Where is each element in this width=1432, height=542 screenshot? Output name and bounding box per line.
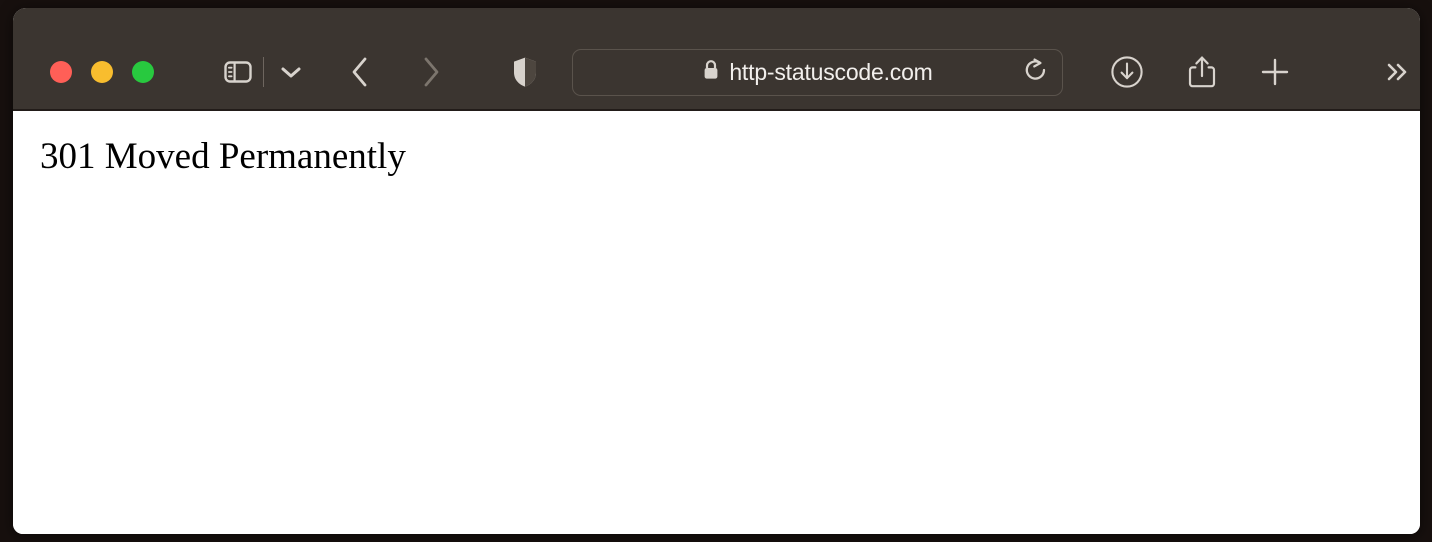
privacy-report-button[interactable] xyxy=(503,50,547,94)
chevron-down-icon xyxy=(280,65,302,79)
browser-window: http-statuscode.com 301 Moved Permanentl… xyxy=(13,8,1420,534)
new-tab-button[interactable] xyxy=(1253,50,1297,94)
reload-button[interactable] xyxy=(1019,56,1053,90)
reload-icon xyxy=(1023,57,1049,88)
maximize-window-button[interactable] xyxy=(132,61,154,83)
screen: http-statuscode.com 301 Moved Permanentl… xyxy=(0,0,1432,542)
page-content: 301 Moved Permanently xyxy=(13,111,1420,534)
address-bar-content: http-statuscode.com xyxy=(702,59,933,86)
browser-toolbar: http-statuscode.com xyxy=(13,8,1420,111)
share-icon xyxy=(1188,55,1216,89)
chevron-left-icon xyxy=(350,56,370,88)
sidebar-icon xyxy=(224,60,252,84)
close-window-button[interactable] xyxy=(50,61,72,83)
download-circle-icon xyxy=(1110,55,1144,89)
forward-button[interactable] xyxy=(410,50,452,94)
chevron-right-icon xyxy=(421,56,441,88)
minimize-window-button[interactable] xyxy=(91,61,113,83)
tab-overview-button[interactable] xyxy=(271,50,311,94)
page-title: 301 Moved Permanently xyxy=(40,136,406,177)
sidebar-toggle-button[interactable] xyxy=(216,50,260,94)
lock-icon xyxy=(702,59,720,86)
address-bar[interactable]: http-statuscode.com xyxy=(572,49,1063,96)
window-controls xyxy=(50,61,154,83)
shield-icon xyxy=(512,56,538,88)
address-bar-url: http-statuscode.com xyxy=(729,59,933,85)
plus-icon xyxy=(1259,56,1291,88)
downloads-button[interactable] xyxy=(1105,50,1149,94)
share-button[interactable] xyxy=(1180,50,1224,94)
back-button[interactable] xyxy=(339,50,381,94)
double-chevron-right-icon xyxy=(1383,60,1411,84)
toolbar-overflow-button[interactable] xyxy=(1375,50,1419,94)
toolbar-divider xyxy=(263,57,264,87)
